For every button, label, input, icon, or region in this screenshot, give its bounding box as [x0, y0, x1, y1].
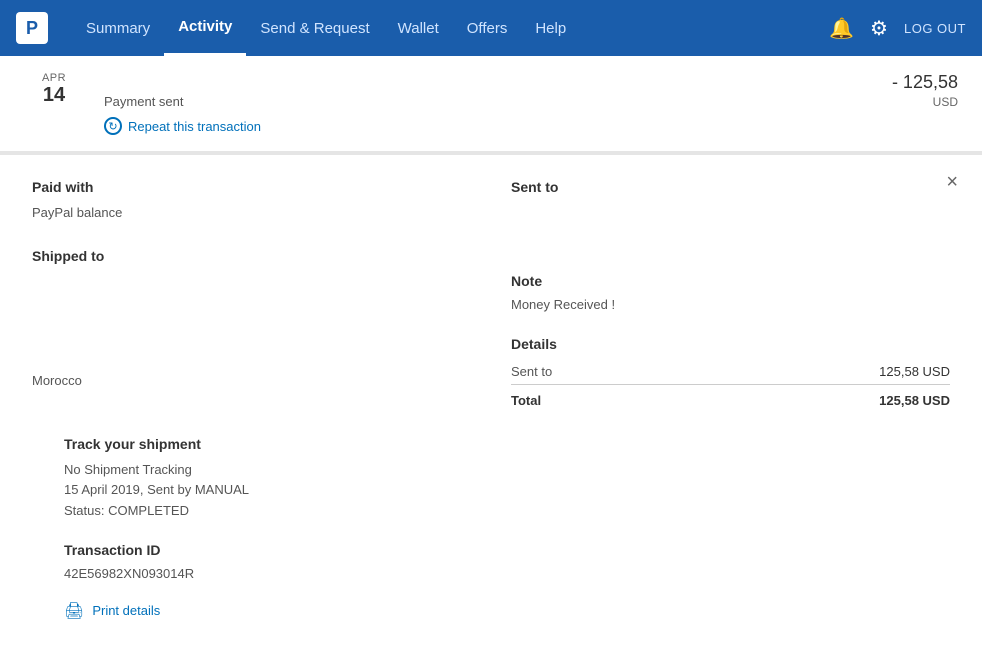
track-status: Status: COMPLETED — [64, 501, 918, 522]
details-table: Sent to 125,58 USD Total 125,58 USD — [511, 360, 950, 412]
main-content: APR 14 Payment sent ↻ Repeat this transa… — [0, 56, 982, 669]
details-sent-row: Sent to 125,58 USD — [511, 360, 950, 385]
details-sent-label: Sent to — [511, 360, 808, 385]
logout-button[interactable]: LOG OUT — [904, 21, 966, 36]
details-total-amount: 125,58 USD — [808, 384, 950, 412]
transaction-row: APR 14 Payment sent ↻ Repeat this transa… — [0, 56, 982, 152]
detail-grid: Paid with PayPal balance Shipped to Moro… — [32, 179, 950, 436]
addr-line3-redacted — [32, 321, 122, 337]
nav-wallet[interactable]: Wallet — [384, 0, 453, 56]
note-label: Note — [511, 273, 950, 289]
details-sent-name-redacted — [559, 364, 659, 380]
track-label: Track your shipment — [64, 436, 918, 452]
shipped-to-value: Morocco — [32, 272, 471, 392]
details-sent-amount: 125,58 USD — [808, 360, 950, 385]
print-details-link[interactable]: 🖨 Print details — [64, 601, 918, 621]
date-month: APR — [24, 72, 84, 84]
close-button[interactable]: × — [946, 171, 958, 194]
nav-send-request[interactable]: Send & Request — [246, 0, 383, 56]
amount-currency: USD — [838, 95, 958, 109]
logo: P — [16, 12, 48, 44]
print-label: Print details — [92, 603, 160, 618]
repeat-label: Repeat this transaction — [128, 119, 261, 134]
transaction-info: Payment sent ↻ Repeat this transaction — [104, 72, 838, 135]
txn-id-label: Transaction ID — [64, 542, 918, 558]
repeat-icon: ↻ — [104, 117, 122, 135]
transaction-amount: - 125,58 USD — [838, 72, 958, 109]
settings-icon[interactable]: ⚙ — [870, 16, 888, 41]
txn-id-value: 42E56982XN093014R — [64, 566, 918, 581]
note-value: Money Received ! — [511, 297, 950, 312]
track-section: Track your shipment No Shipment Tracking… — [64, 436, 918, 522]
nav-help[interactable]: Help — [521, 0, 580, 56]
paid-with-section: Paid with PayPal balance — [32, 179, 471, 224]
nav-summary[interactable]: Summary — [72, 0, 164, 56]
addr-line2-redacted — [32, 297, 202, 313]
addr-line4-redacted — [32, 346, 92, 362]
nav-activity[interactable]: Activity — [164, 0, 246, 56]
details-label: Details — [511, 336, 950, 352]
transaction-name-redacted — [104, 72, 284, 88]
addr-country: Morocco — [32, 371, 471, 392]
sent-to-label: Sent to — [511, 179, 950, 195]
print-icon: 🖨 — [64, 601, 84, 621]
note-section: Note Money Received ! — [511, 273, 950, 312]
nav-offers[interactable]: Offers — [453, 0, 522, 56]
bottom-section: Track your shipment No Shipment Tracking… — [32, 436, 950, 645]
track-value: No Shipment Tracking — [64, 460, 918, 481]
sent-to-email-redacted — [511, 228, 681, 244]
date-column: APR 14 — [24, 72, 84, 107]
details-total-label: Total — [511, 384, 808, 412]
paid-with-label: Paid with — [32, 179, 471, 195]
txn-id-section: Transaction ID 42E56982XN093014R — [64, 542, 918, 581]
details-section: Details Sent to 125,58 USD Total 125,58 … — [511, 336, 950, 412]
sent-to-section: Sent to — [511, 179, 950, 249]
addr-line1-redacted — [32, 272, 162, 288]
amount-value: - 125,58 — [838, 72, 958, 93]
repeat-transaction-link[interactable]: ↻ Repeat this transaction — [104, 117, 838, 135]
sent-to-value — [511, 203, 950, 249]
nav-links: Summary Activity Send & Request Wallet O… — [72, 0, 829, 56]
shipped-to-label: Shipped to — [32, 248, 471, 264]
detail-panel: × Paid with PayPal balance Shipped to — [0, 153, 982, 669]
shipped-to-section: Shipped to Morocco — [32, 248, 471, 392]
navbar-right: 🔔 ⚙ LOG OUT — [829, 16, 966, 41]
date-day: 14 — [24, 84, 84, 107]
navbar: P Summary Activity Send & Request Wallet… — [0, 0, 982, 56]
transaction-status: Payment sent — [104, 94, 838, 109]
track-date: 15 April 2019, Sent by MANUAL — [64, 480, 918, 501]
notification-icon[interactable]: 🔔 — [829, 16, 854, 41]
sent-to-name-redacted — [511, 203, 651, 219]
paid-with-value: PayPal balance — [32, 203, 471, 224]
paypal-logo: P — [16, 12, 48, 44]
details-total-row: Total 125,58 USD — [511, 384, 950, 412]
